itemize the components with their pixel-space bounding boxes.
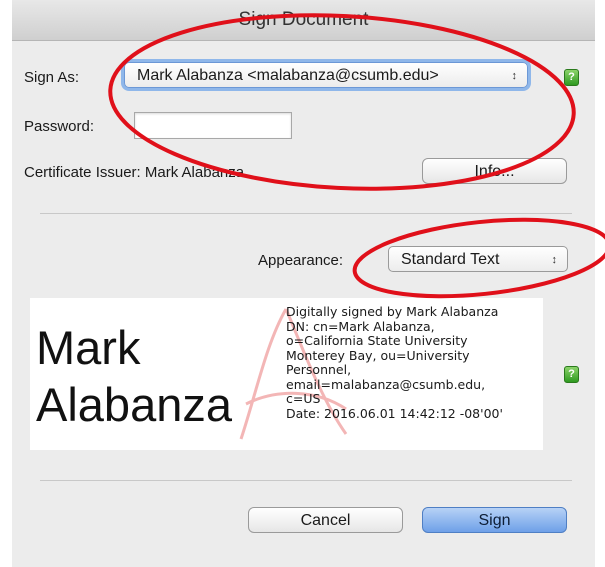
annotation-overlay <box>108 13 605 299</box>
annotation-ellipse-sign-as <box>108 13 576 191</box>
annotation-ellipse-appearance <box>352 217 605 299</box>
